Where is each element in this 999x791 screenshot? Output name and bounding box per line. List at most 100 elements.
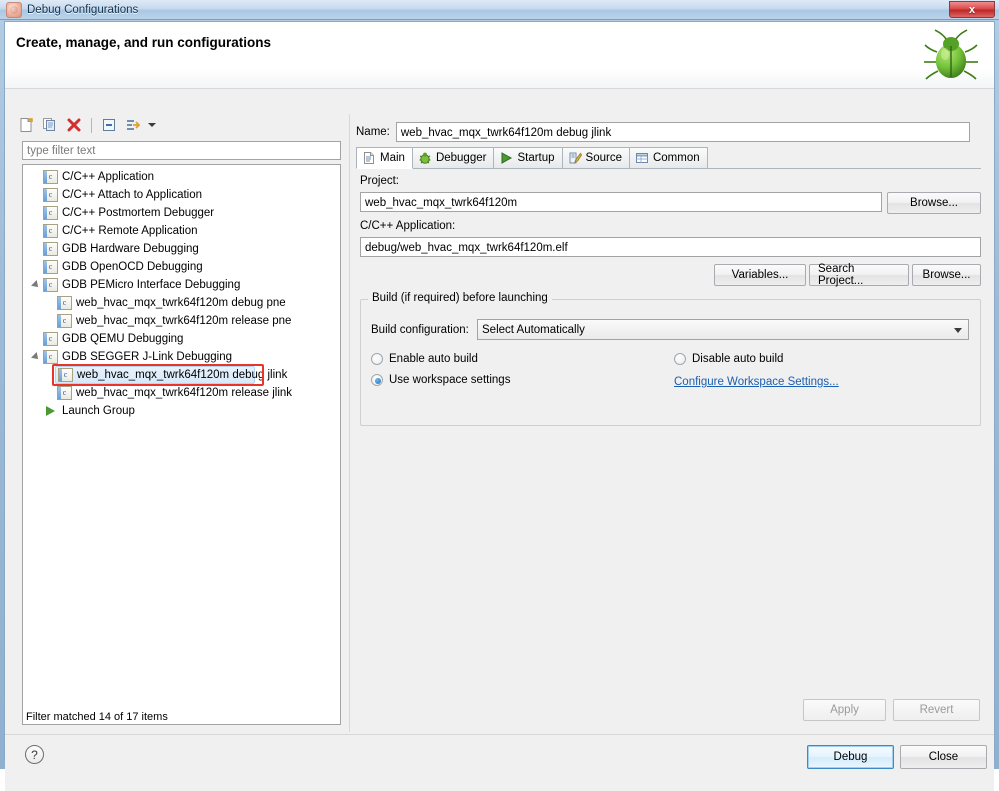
apply-button[interactable]: Apply <box>803 699 886 721</box>
build-group: Build (if required) before launching Bui… <box>360 292 981 426</box>
application-label: C/C++ Application: <box>360 220 456 232</box>
tree-item-label: GDB Hardware Debugging <box>62 243 199 255</box>
c-config-icon: c <box>57 314 72 328</box>
enable-auto-build-label: Enable auto build <box>389 353 478 365</box>
chevron-down-icon <box>954 328 962 333</box>
tab-label: Common <box>652 152 700 164</box>
c-config-icon: c <box>43 242 58 256</box>
tree-item-label: GDB SEGGER J-Link Debugging <box>62 351 233 363</box>
name-input[interactable]: web_hvac_mqx_twrk64f120m debug jlink <box>395 122 970 142</box>
filter-input[interactable]: type filter text <box>22 141 341 160</box>
tree-item[interactable]: c C/C++ Attach to Application <box>23 186 340 204</box>
search-project-button[interactable]: Search Project... <box>809 263 909 287</box>
disable-auto-build-radio[interactable]: Disable auto build <box>674 353 783 365</box>
tree-expander-icon[interactable] <box>29 276 43 294</box>
dialog-client-area: Create, manage, and run configurations t… <box>4 21 995 791</box>
radio-indicator <box>371 353 383 365</box>
delete-configuration-icon[interactable] <box>64 115 84 135</box>
tree-item[interactable]: c GDB SEGGER J-Link Debugging <box>23 348 340 366</box>
page-title: Create, manage, and run configurations <box>16 35 272 50</box>
tree-item-label: web_hvac_mqx_twrk64f120m debug jlink <box>77 369 288 381</box>
tree-expander-icon[interactable] <box>29 348 43 366</box>
c-config-icon: c <box>57 296 72 310</box>
tree-item-selected[interactable]: c web_hvac_mqx_twrk64f120m debug jlink <box>55 366 287 384</box>
tree-item[interactable]: c GDB Hardware Debugging <box>23 240 340 258</box>
debug-button[interactable]: Debug <box>807 745 894 769</box>
main-tab-content: Project: web_hvac_mqx_twrk64f120m Browse… <box>356 169 981 694</box>
name-row: Name: web_hvac_mqx_twrk64f120m debug jli… <box>356 122 970 142</box>
tree-item[interactable]: c C/C++ Application <box>23 168 340 186</box>
tree-item[interactable]: c GDB QEMU Debugging <box>23 330 340 348</box>
toolbar-separator <box>91 117 92 133</box>
variables-button[interactable]: Variables... <box>714 264 806 286</box>
c-config-icon: c <box>43 350 58 364</box>
use-workspace-settings-label: Use workspace settings <box>389 374 511 386</box>
configurations-panel: type filter text c C/C++ Application c C/C+… <box>14 114 348 732</box>
tree-item[interactable]: c web_hvac_mqx_twrk64f120m debug pne <box>23 294 340 312</box>
tree-item-label: C/C++ Application <box>62 171 155 183</box>
tree-rows-container: c C/C++ Application c C/C++ Attach to Appli… <box>23 165 340 420</box>
configuration-tabs: Main Debugger Startup Source Common <box>356 147 981 169</box>
build-configuration-combo[interactable]: Select Automatically <box>477 319 969 340</box>
tree-item[interactable]: c GDB OpenOCD Debugging <box>23 258 340 276</box>
c-config-icon: c <box>43 206 58 220</box>
debug-configurations-window: Debug Configurations x Create, manage, a… <box>0 0 999 791</box>
duplicate-configuration-icon[interactable] <box>40 115 60 135</box>
close-window-button[interactable]: x <box>949 1 995 18</box>
c-config-icon: c <box>43 278 58 292</box>
debugger-bug-icon <box>418 151 432 165</box>
tree-item[interactable]: c GDB PEMicro Interface Debugging <box>23 276 340 294</box>
tree-item-label: C/C++ Attach to Application <box>62 189 203 201</box>
tree-item-label: GDB OpenOCD Debugging <box>62 261 203 273</box>
tree-item-label: Launch Group <box>62 405 135 417</box>
disable-auto-build-label: Disable auto build <box>692 353 784 365</box>
project-input[interactable]: web_hvac_mqx_twrk64f120m <box>360 192 882 212</box>
tab-main[interactable]: Main <box>356 147 413 169</box>
tree-item[interactable]: c C/C++ Postmortem Debugger <box>23 204 340 222</box>
c-config-icon: c <box>58 368 73 382</box>
c-config-icon: c <box>57 386 72 400</box>
configurations-toolbar <box>14 114 348 136</box>
close-button[interactable]: Close <box>900 745 987 769</box>
tab-debugger[interactable]: Debugger <box>411 147 495 168</box>
configure-workspace-settings-link[interactable]: Configure Workspace Settings... <box>674 376 839 388</box>
tree-item[interactable]: c web_hvac_mqx_twrk64f120m release pne <box>23 312 340 330</box>
tab-label: Source <box>585 152 622 164</box>
name-label: Name: <box>356 126 390 138</box>
c-config-icon: c <box>43 260 58 274</box>
launch-group-icon <box>43 404 58 418</box>
tab-source[interactable]: Source <box>561 147 630 168</box>
tab-label: Main <box>380 152 405 164</box>
radio-indicator <box>674 353 686 365</box>
green-bug-icon <box>924 29 978 80</box>
tab-startup[interactable]: Startup <box>493 147 563 168</box>
tree-item[interactable]: c C/C++ Remote Application <box>23 222 340 240</box>
bug-icon <box>6 2 22 18</box>
tree-item-label: C/C++ Remote Application <box>62 225 198 237</box>
revert-button[interactable]: Revert <box>893 699 980 721</box>
configurations-tree[interactable]: c C/C++ Application c C/C++ Attach to Appli… <box>22 164 341 725</box>
filter-dropdown-arrow-icon[interactable] <box>148 123 156 127</box>
configuration-editor-panel: Name: web_hvac_mqx_twrk64f120m debug jli… <box>349 114 986 732</box>
app-browse-button[interactable]: Browse... <box>912 264 981 286</box>
use-workspace-settings-radio[interactable]: Use workspace settings <box>371 374 510 386</box>
collapse-all-icon[interactable] <box>99 115 119 135</box>
project-label: Project: <box>360 175 399 187</box>
project-browse-button[interactable]: Browse... <box>887 192 981 214</box>
c-config-icon: c <box>43 332 58 346</box>
tree-item[interactable]: c web_hvac_mqx_twrk64f120m release jlink <box>23 384 340 402</box>
help-icon[interactable]: ? <box>25 745 44 764</box>
enable-auto-build-radio[interactable]: Enable auto build <box>371 353 478 365</box>
tree-item[interactable]: Launch Group <box>23 402 340 420</box>
c-config-icon: c <box>43 224 58 238</box>
document-icon <box>362 151 376 165</box>
tab-label: Debugger <box>435 152 487 164</box>
filter-configurations-icon[interactable] <box>123 115 143 135</box>
play-icon <box>499 151 513 165</box>
build-configuration-label: Build configuration: <box>371 324 469 336</box>
tab-common[interactable]: Common <box>628 147 708 168</box>
new-configuration-icon[interactable] <box>16 115 36 135</box>
application-input[interactable]: debug/web_hvac_mqx_twrk64f120m.elf <box>360 237 981 257</box>
dialog-header: Create, manage, and run configurations <box>5 22 994 89</box>
tree-item-label: GDB PEMicro Interface Debugging <box>62 279 241 291</box>
